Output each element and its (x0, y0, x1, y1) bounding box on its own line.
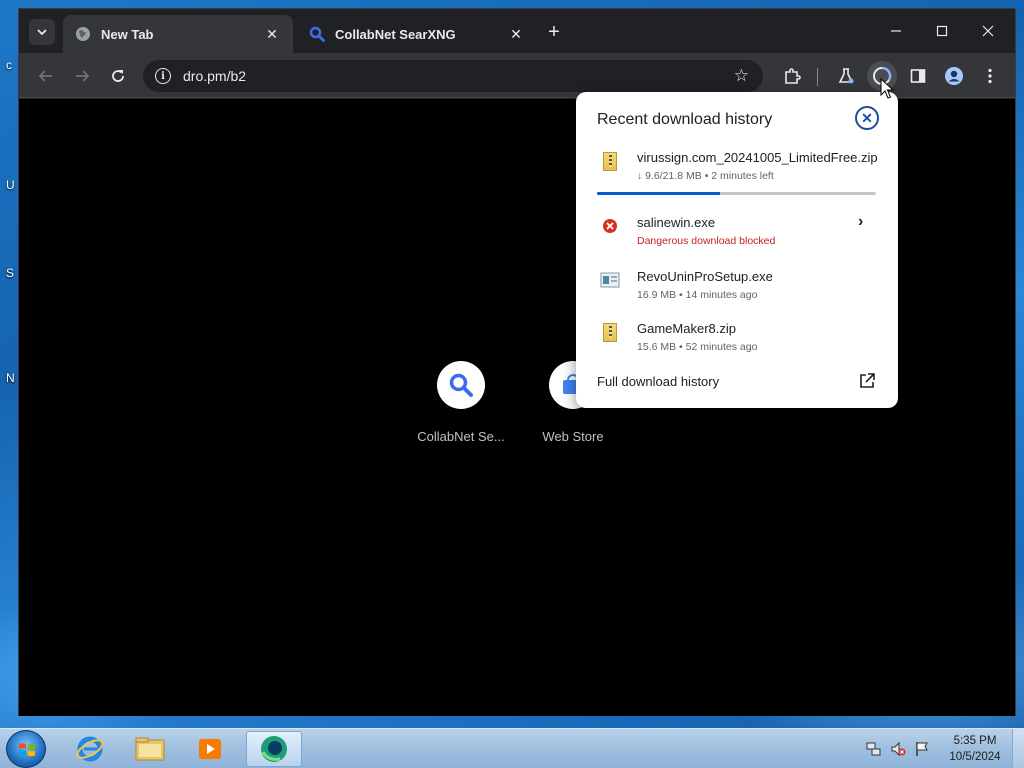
reload-button[interactable] (103, 61, 133, 91)
windows-logo-icon (19, 743, 35, 757)
minimize-button[interactable] (873, 15, 919, 47)
url-text[interactable]: dro.pm/b2 (183, 68, 734, 84)
taskbar-clock[interactable]: 5:35 PM 10/5/2024 (944, 733, 1006, 765)
download-status: ↓ 9.6/21.8 MB • 2 minutes left (637, 170, 774, 182)
clock-time: 5:35 PM (953, 735, 997, 747)
arrow-right-icon (76, 70, 90, 82)
download-item[interactable]: virussign.com_20241005_LimitedFree.zip ↓… (576, 150, 898, 198)
download-status: Dangerous download blocked (637, 235, 776, 247)
desktop-icon-label-fragment[interactable]: U (6, 178, 15, 192)
start-button[interactable] (6, 730, 46, 768)
shortcut-label: CollabNet Se... (417, 429, 505, 444)
media-player-icon (199, 739, 221, 759)
download-progress-fill (597, 192, 720, 195)
system-tray (866, 739, 930, 759)
volume-muted-icon[interactable] (890, 741, 906, 757)
taskbar-internet-explorer[interactable] (62, 731, 118, 767)
search-icon (309, 26, 325, 42)
menu-button[interactable] (975, 61, 1005, 91)
taskbar-media-player[interactable] (182, 731, 238, 767)
profile-button[interactable] (939, 61, 969, 91)
tab-strip: New Tab ✕ CollabNet SearXNG ✕ + (19, 9, 1015, 53)
download-status: 16.9 MB • 14 minutes ago (637, 289, 758, 301)
download-filename: salinewin.exe (637, 215, 716, 230)
puzzle-icon (785, 68, 801, 84)
exe-file-icon (600, 269, 620, 291)
more-vert-icon (988, 68, 992, 84)
avatar-icon (945, 67, 963, 85)
arrow-left-icon (38, 70, 52, 82)
tab-title: CollabNet SearXNG (335, 26, 456, 42)
download-status: 15.6 MB • 52 minutes ago (637, 341, 758, 353)
download-progress-bar (597, 192, 876, 195)
chevron-right-icon[interactable]: › (858, 213, 863, 231)
tab-new-tab[interactable]: New Tab ✕ (63, 15, 293, 53)
labs-button[interactable] (831, 61, 861, 91)
zip-file-icon (600, 321, 620, 343)
maximize-icon (936, 25, 948, 37)
download-item[interactable]: GameMaker8.zip 15.6 MB • 52 minutes ago (576, 321, 898, 369)
close-tab-icon[interactable]: ✕ (507, 25, 525, 43)
download-filename: RevoUninProSetup.exe (637, 269, 773, 284)
download-bubble: Recent download history ✕ virussign.com_… (576, 92, 898, 408)
search-icon (437, 361, 485, 409)
minimize-icon (891, 30, 901, 32)
taskbar-edge-browser[interactable] (246, 731, 302, 767)
internet-explorer-icon (76, 736, 104, 762)
show-desktop-button[interactable] (1012, 729, 1024, 768)
taskbar: 5:35 PM 10/5/2024 (0, 728, 1024, 768)
side-panel-button[interactable] (903, 61, 933, 91)
desktop-icon-label-fragment[interactable]: c (6, 58, 12, 72)
extensions-button[interactable] (777, 61, 807, 91)
bookmark-star-icon[interactable]: ☆ (734, 66, 749, 86)
danger-icon (600, 215, 620, 237)
close-icon (982, 25, 994, 37)
address-bar[interactable]: i dro.pm/b2 ☆ (143, 60, 763, 92)
new-tab-button[interactable]: + (541, 19, 567, 45)
desktop-icon-label-fragment[interactable]: S (6, 266, 14, 280)
open-external-icon[interactable] (858, 372, 876, 390)
flask-icon (838, 68, 854, 84)
clock-date: 10/5/2024 (949, 751, 1001, 763)
download-item[interactable]: RevoUninProSetup.exe 16.9 MB • 14 minute… (576, 269, 898, 317)
action-center-flag-icon[interactable] (914, 741, 930, 757)
shortcut-label: Web Store (542, 429, 604, 444)
forward-button[interactable] (67, 61, 97, 91)
edge-icon (261, 736, 287, 762)
taskbar-file-explorer[interactable] (122, 731, 178, 767)
download-filename: GameMaker8.zip (637, 321, 736, 336)
side-panel-icon (910, 69, 926, 83)
shortcut-collabnet[interactable]: CollabNet Se... (411, 361, 511, 444)
chevron-down-icon (37, 29, 47, 36)
tab-collabnet-searxng[interactable]: CollabNet SearXNG ✕ (297, 15, 537, 53)
desktop-icon-label-fragment[interactable]: N (6, 371, 15, 385)
reload-icon (112, 70, 124, 82)
tab-title: New Tab (101, 26, 154, 42)
maximize-button[interactable] (919, 15, 965, 47)
download-item[interactable]: salinewin.exe Dangerous download blocked… (576, 213, 898, 263)
globe-icon (75, 26, 91, 42)
network-icon[interactable] (866, 741, 882, 757)
close-window-button[interactable] (965, 15, 1011, 47)
close-tab-icon[interactable]: ✕ (263, 25, 281, 43)
back-button[interactable] (31, 61, 61, 91)
mouse-cursor-icon (880, 78, 894, 99)
download-bubble-title: Recent download history (597, 111, 773, 128)
site-info-icon[interactable]: i (155, 68, 171, 84)
close-icon[interactable]: ✕ (855, 106, 879, 130)
file-explorer-icon (135, 737, 165, 761)
tab-search-button[interactable] (29, 19, 55, 45)
toolbar-separator (817, 68, 818, 86)
download-filename: virussign.com_20241005_LimitedFree.zip (637, 150, 878, 165)
full-download-history-link[interactable]: Full download history (597, 374, 719, 389)
zip-file-icon (600, 150, 620, 172)
